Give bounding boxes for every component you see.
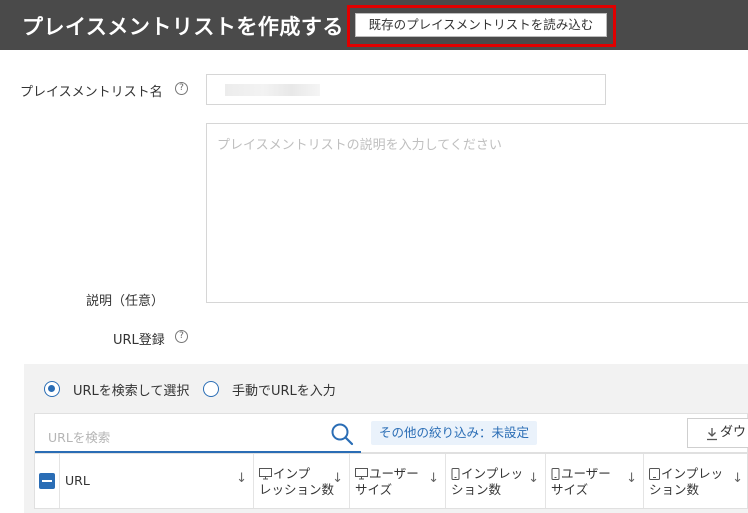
radio-manual-input[interactable]: [203, 381, 219, 397]
column-header-mobile-impressions[interactable]: インプレッ ション数 ↓: [445, 454, 545, 508]
select-all-checkbox[interactable]: [39, 473, 55, 489]
sort-arrow-icon[interactable]: ↓: [236, 471, 247, 486]
download-icon: [707, 428, 717, 441]
column-header-label: ユーザー: [369, 466, 419, 481]
tablet-icon: [649, 468, 660, 480]
sort-arrow-icon[interactable]: ↓: [528, 471, 539, 486]
sort-arrow-icon[interactable]: ↓: [626, 471, 637, 486]
description-placeholder: プレイスメントリストの説明を入力してください: [217, 138, 502, 153]
column-header-label: ション数: [649, 482, 700, 497]
column-header-label: インプレッ: [661, 466, 724, 481]
column-header-url[interactable]: URL ↓: [59, 454, 253, 508]
url-search-input[interactable]: URLを検索: [35, 414, 361, 453]
download-label: ダウ: [720, 425, 747, 440]
column-header-label: サイズ: [355, 482, 393, 497]
desktop-icon: [355, 468, 368, 480]
radio-manual-input-label[interactable]: 手動でURLを入力: [232, 380, 336, 399]
more-filters-chip[interactable]: その他の絞り込み：未設定: [371, 421, 538, 445]
desktop-icon: [259, 468, 272, 480]
list-name-input[interactable]: [206, 74, 606, 105]
url-search-placeholder: URLを検索: [48, 430, 111, 445]
sort-arrow-icon[interactable]: ↓: [732, 471, 743, 486]
radio-search-select-label[interactable]: URLを検索して選択: [73, 380, 189, 399]
url-register-label: URL登録: [113, 333, 165, 348]
list-name-label: プレイスメントリスト名: [20, 85, 163, 100]
column-header-label: ション数: [451, 482, 502, 497]
sort-arrow-icon[interactable]: ↓: [428, 471, 439, 486]
mobile-icon: [551, 468, 560, 480]
download-button[interactable]: ダウ: [687, 418, 748, 448]
mobile-icon: [451, 468, 460, 480]
column-header-label: インプ: [273, 466, 311, 481]
column-header-desktop-users[interactable]: ユーザー サイズ ↓: [349, 454, 445, 508]
column-header-label: レッション数: [259, 482, 335, 497]
column-header-label: URL: [65, 473, 90, 488]
column-header-label: インプレッ: [461, 466, 524, 481]
list-name-value: [225, 84, 320, 96]
radio-search-select[interactable]: [44, 381, 60, 397]
page-title: プレイスメントリストを作成する: [22, 15, 344, 39]
column-header-label: ユーザー: [561, 466, 611, 481]
column-header-label: サイズ: [551, 482, 589, 497]
column-header-mobile-users[interactable]: ユーザー サイズ ↓: [545, 454, 643, 508]
import-existing-list-button[interactable]: 既存のプレイスメントリストを読み込む: [355, 13, 607, 37]
url-table-header: URL ↓ インプ レッション数 ↓ ユーザー サイズ ↓ インプレッ ション数…: [34, 453, 748, 509]
sort-arrow-icon[interactable]: ↓: [332, 471, 343, 486]
column-header-desktop-impressions[interactable]: インプ レッション数 ↓: [253, 454, 349, 508]
column-header-tablet-impressions[interactable]: インプレッ ション数 ↓: [643, 454, 748, 508]
description-label: 説明（任意）: [86, 294, 165, 309]
help-icon[interactable]: ?: [175, 330, 188, 343]
description-textarea[interactable]: プレイスメントリストの説明を入力してください: [206, 123, 748, 303]
url-search-toolbar: URLを検索 その他の絞り込み：未設定 ダウ: [34, 413, 748, 453]
help-icon[interactable]: ?: [175, 82, 188, 95]
search-icon[interactable]: [330, 422, 354, 446]
page-header: プレイスメントリストを作成する 既存のプレイスメントリストを読み込む: [0, 0, 748, 50]
